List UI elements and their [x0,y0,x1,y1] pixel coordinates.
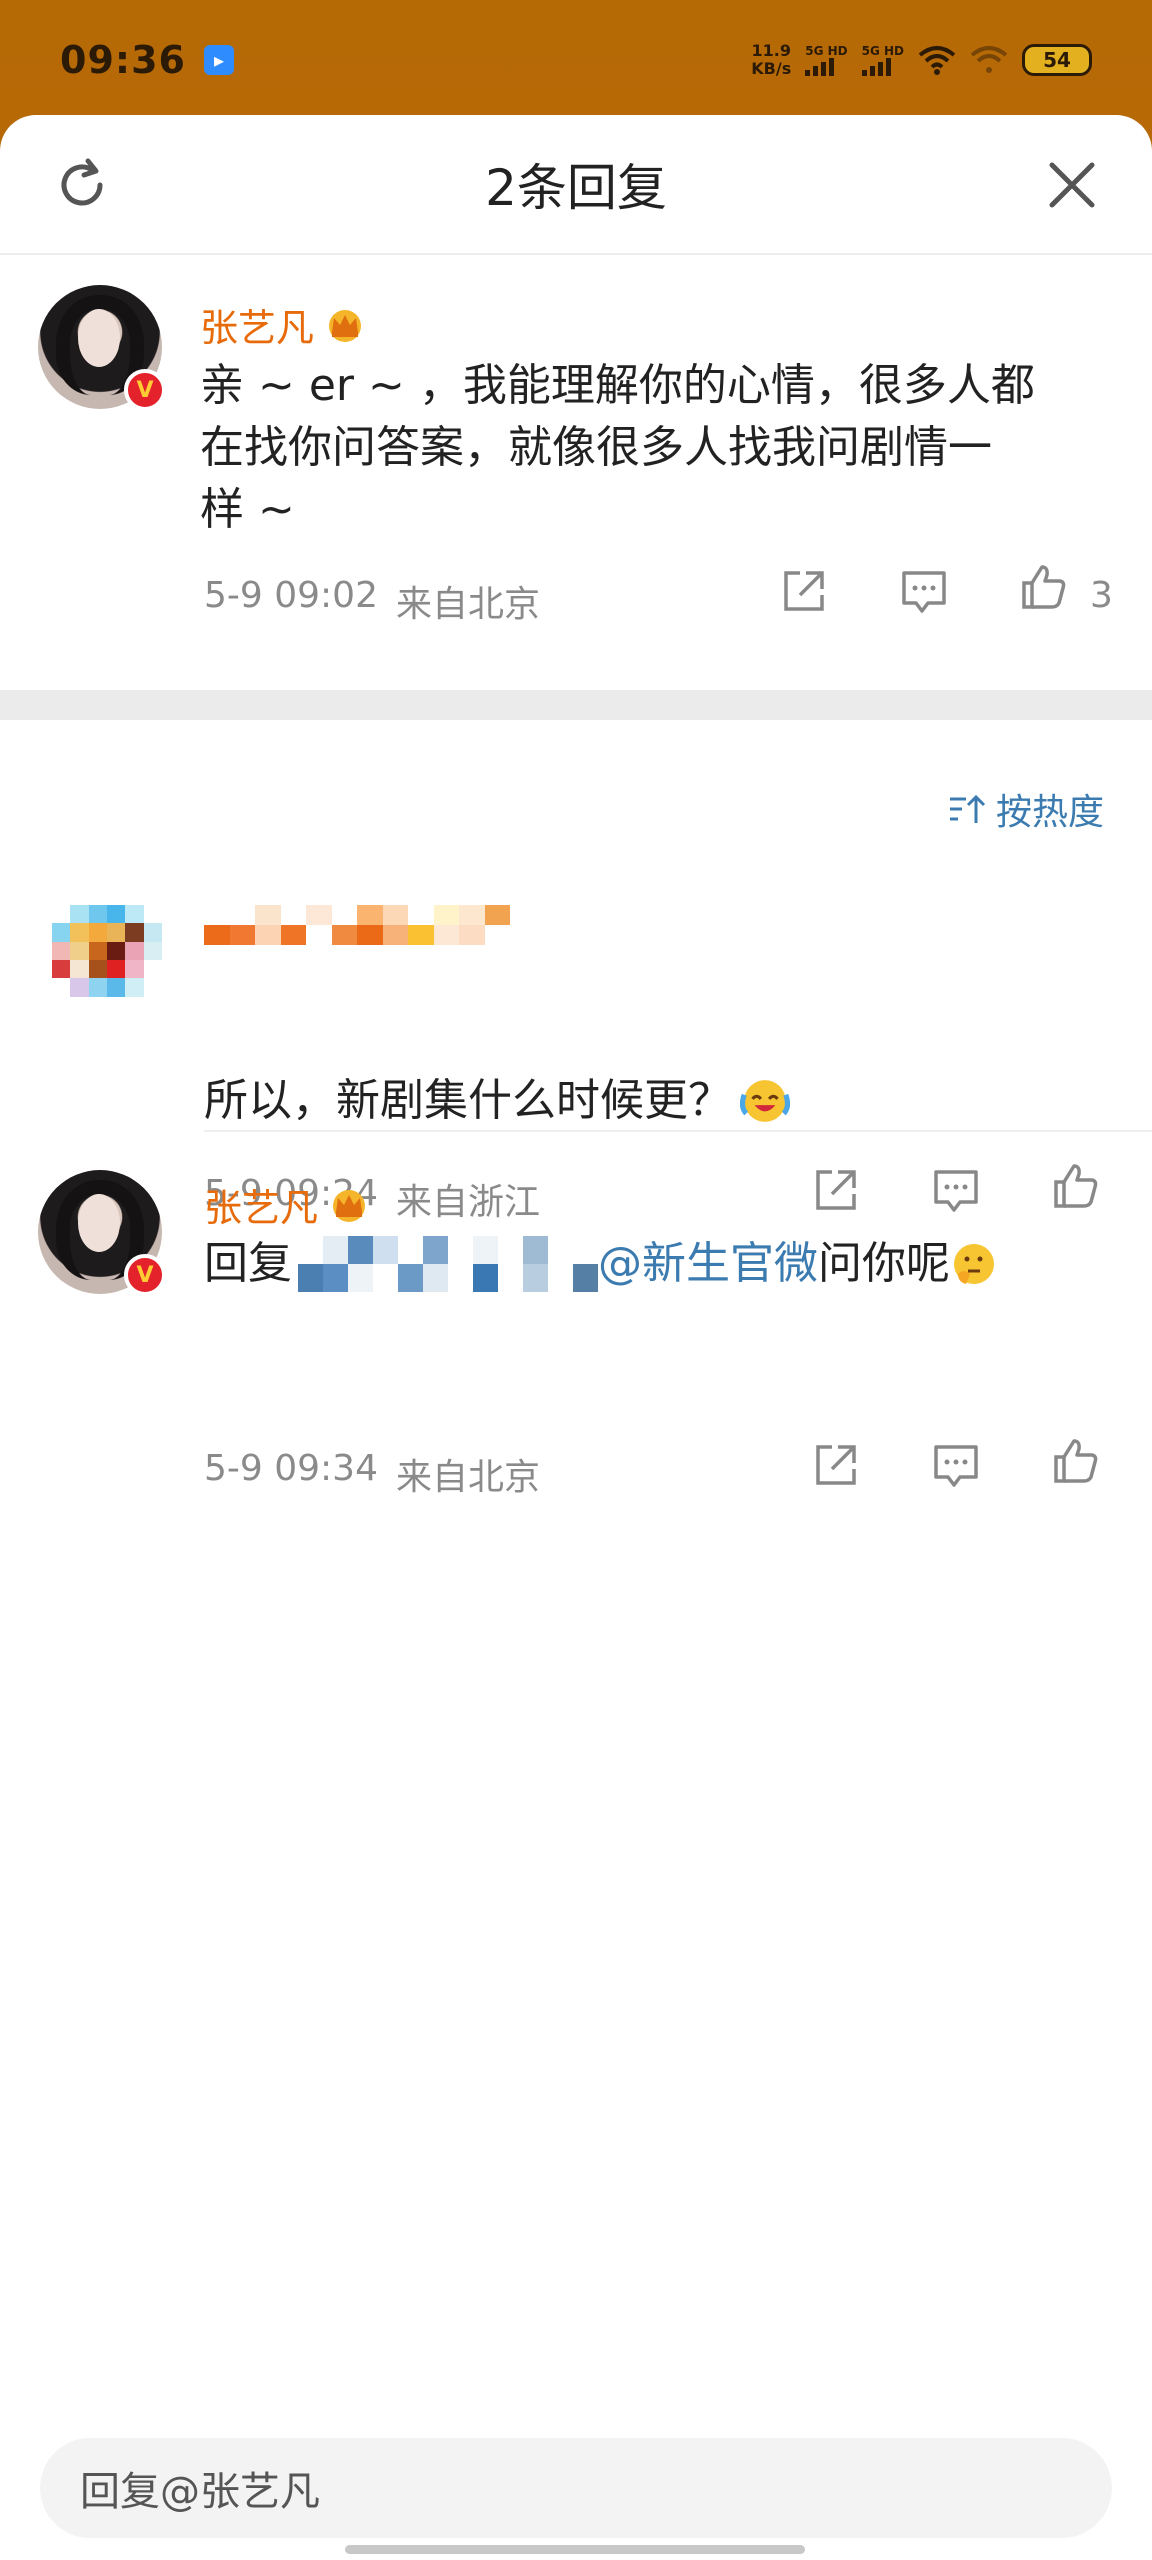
signal-1: 5G HD [805,44,848,76]
refresh-icon[interactable] [52,155,112,215]
like-icon[interactable] [1050,1435,1102,1487]
reply-location: 来自浙江 [396,1182,541,1223]
root-comment: V 张艺凡 亲 ~ er ~ ，我能理解你的心情，很多人都 在找你问答案，就像很… [0,255,1152,665]
cell-signal-icon [805,58,835,76]
crown-icon [329,309,362,342]
reply-time: 5-9 09:34 [204,1448,378,1489]
avatar[interactable]: V [38,285,166,411]
verified-badge-icon: V [124,1254,166,1296]
sort-by-hot-toggle[interactable]: 按热度 [948,783,1104,835]
comment-icon[interactable] [898,565,950,617]
thinking-emoji-icon [954,1244,994,1284]
share-icon[interactable] [810,1439,862,1491]
sheet-header: 2条回复 [0,115,1152,255]
sort-icon [949,794,986,823]
app-notification-icon: ▸ [203,45,234,75]
reply-location: 来自北京 [396,1457,541,1498]
mentioned-user-pixelated[interactable] [298,1236,598,1292]
home-indicator[interactable] [345,2545,805,2554]
crying-laughing-emoji-icon [740,1080,790,1122]
wifi-icon [918,46,956,75]
status-time: 09:36 [60,38,186,82]
reply-text: 回复 @新生官微 问你呢 [204,1233,998,1295]
replies-sheet: 2条回复 V 张艺凡 亲 ~ er ~ ，我能理解你的心情，很多人都 在找你问答… [0,115,1152,2560]
section-divider [0,690,1152,720]
comment-author[interactable]: 张艺凡 [200,297,366,352]
row-separator [204,1130,1152,1132]
comment-time: 5-9 09:02 [204,575,378,616]
reply-input[interactable]: 回复@张艺凡 [40,2438,1112,2538]
comment-location: 来自北京 [396,584,541,625]
like-icon[interactable] [1018,561,1070,613]
author-name-pixelated[interactable] [204,905,510,945]
reply-input-placeholder[interactable]: 回复@张艺凡 [80,2459,320,2517]
reply-text: 所以，新剧集什么时候更？ [204,1070,790,1132]
cell-signal-icon [861,58,891,76]
crown-icon [333,1189,366,1222]
avatar[interactable]: V [38,1170,166,1296]
status-bar: 09:36 ▸ 11.9 KB/s 5G HD 5G HD 54 [0,0,1152,120]
verified-badge-icon: V [124,369,166,411]
network-speed: 11.9 KB/s [751,41,792,78]
status-indicators: 11.9 KB/s 5G HD 5G HD 54 [751,42,1092,78]
mention-link[interactable]: @新生官微 [598,1233,818,1295]
like-count: 3 [1090,575,1113,616]
close-icon[interactable] [1044,157,1100,213]
share-icon[interactable] [778,565,830,617]
like-icon[interactable] [1050,1160,1102,1212]
signal-2: 5G HD [861,44,904,76]
battery-indicator: 54 [1022,44,1092,76]
share-icon[interactable] [810,1164,862,1216]
comment-text: 亲 ~ er ~ ，我能理解你的心情，很多人都 在找你问答案，就像很多人找我问剧… [200,360,1035,535]
wifi-secondary-icon [970,46,1008,73]
avatar-pixelated[interactable] [52,905,162,1015]
comment-icon[interactable] [930,1439,982,1491]
sheet-title: 2条回复 [485,159,667,217]
reply-author[interactable]: 张艺凡 [204,1177,370,1232]
comment-icon[interactable] [930,1164,982,1216]
